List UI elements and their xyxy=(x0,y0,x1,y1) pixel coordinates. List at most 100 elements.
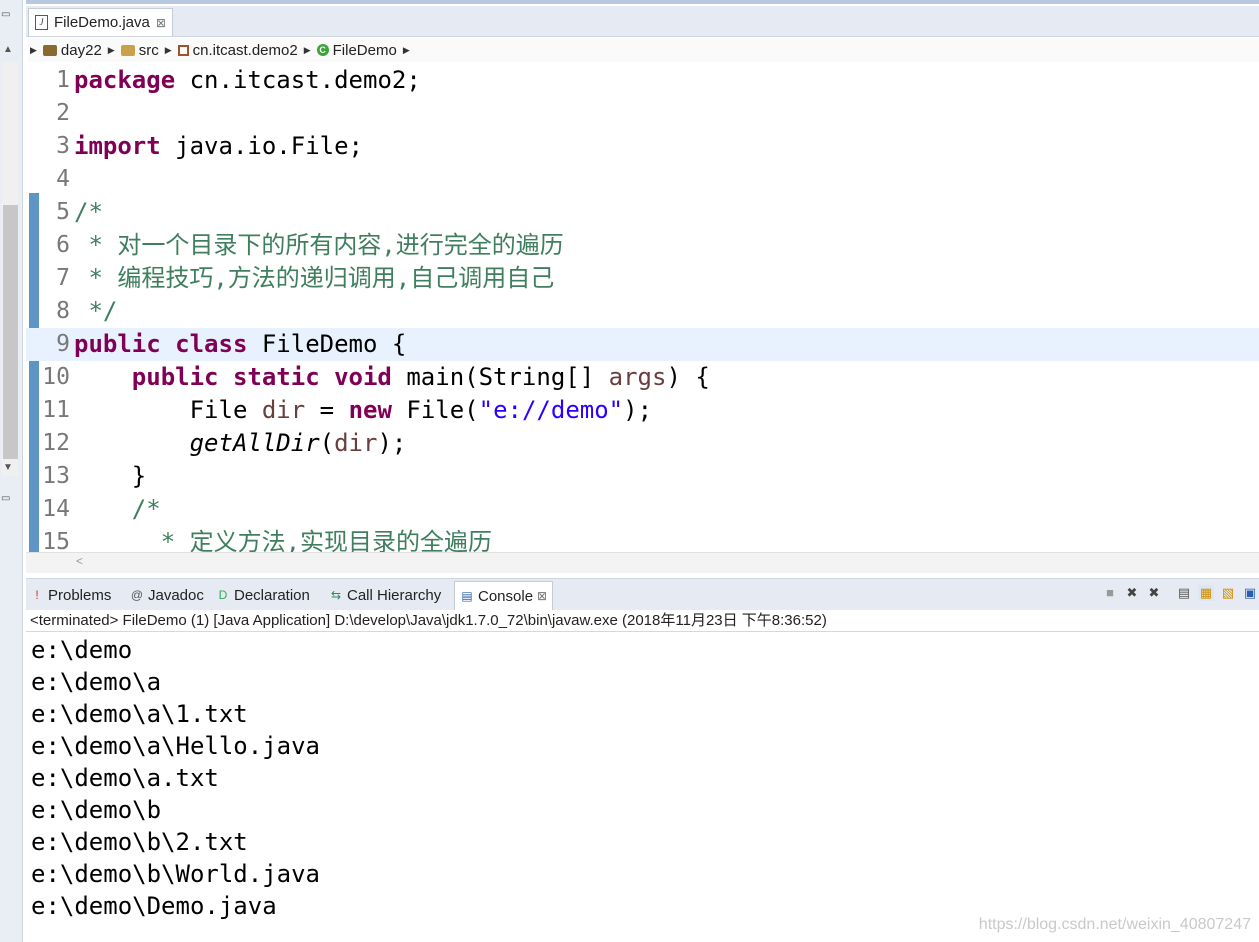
chevron-right-icon[interactable]: ▶ xyxy=(28,45,39,56)
line-number: 8 xyxy=(56,298,70,324)
console-status-text: <terminated> FileDemo (1) [Java Applicat… xyxy=(26,610,1259,632)
breadcrumb-src[interactable]: src xyxy=(117,42,163,59)
line-number: 15 xyxy=(42,529,70,552)
display-selected-icon[interactable]: ▣ xyxy=(1242,585,1258,601)
code-line: 11 File dir = new File("e://demo"); xyxy=(26,394,1259,427)
view-tab-bar: ! Problems @ Javadoc D Declaration ⇆ Cal… xyxy=(26,578,1259,612)
breadcrumb-label: cn.itcast.demo2 xyxy=(192,41,298,59)
breadcrumb-label: src xyxy=(138,41,159,59)
restore-icon[interactable]: ▭ xyxy=(1,10,11,20)
comment: * 定义方法,实现目录的全遍历 xyxy=(146,528,493,552)
code-text: ); xyxy=(377,429,407,457)
code-line: 3 import java.io.File; xyxy=(26,130,1259,163)
editor-tab-filedemo[interactable]: J FileDemo.java ⊠ xyxy=(28,8,173,36)
tab-label: Console xyxy=(478,587,534,605)
console-line: e:\demo\Demo.java xyxy=(31,892,277,920)
project-folder-icon xyxy=(42,44,57,56)
problems-icon: ! xyxy=(35,588,39,602)
keyword: public class xyxy=(74,330,248,358)
code-line: 1 package cn.itcast.demo2; xyxy=(26,64,1259,97)
comment: */ xyxy=(74,297,118,325)
code-text: ( xyxy=(319,429,335,457)
breadcrumb-label: FileDemo xyxy=(332,41,397,59)
code-line: 6 * 对一个目录下的所有内容,进行完全的遍历 xyxy=(26,229,1259,262)
console-line: e:\demo\a xyxy=(31,668,162,696)
variable: dir xyxy=(334,429,378,457)
tab-problems[interactable]: ! Problems xyxy=(30,581,111,609)
scroll-lock-icon[interactable]: ▦ xyxy=(1198,585,1214,601)
chevron-right-icon[interactable]: ▶ xyxy=(401,45,412,56)
breadcrumb-package[interactable]: cn.itcast.demo2 xyxy=(174,42,302,59)
comment: /* xyxy=(131,495,161,523)
tab-javadoc[interactable]: @ Javadoc xyxy=(130,581,204,609)
tab-label: Javadoc xyxy=(148,586,204,604)
line-number: 4 xyxy=(56,166,70,192)
console-line: e:\demo\b\World.java xyxy=(31,860,320,888)
scroll-down-icon[interactable]: ▼ xyxy=(3,462,13,473)
tab-declaration[interactable]: D Declaration xyxy=(216,581,310,609)
breadcrumb: ▶ day22 ▶ src ▶ cn.itcast.demo2 ▶ C File… xyxy=(28,38,1259,62)
tab-call-hierarchy[interactable]: ⇆ Call Hierarchy xyxy=(329,581,441,609)
class-icon: C xyxy=(316,44,329,56)
scroll-up-icon[interactable]: ▲ xyxy=(3,44,13,55)
code-editor[interactable]: 1 package cn.itcast.demo2; 2 3 import ja… xyxy=(26,63,1259,552)
code-text: ) { xyxy=(666,363,710,391)
code-line: 14 /* xyxy=(26,493,1259,526)
line-number: 6 xyxy=(56,232,70,258)
horizontal-scrollbar[interactable]: < xyxy=(26,552,1259,573)
remove-all-icon[interactable]: ✖ xyxy=(1146,585,1162,601)
word-wrap-icon[interactable]: ▧ xyxy=(1220,585,1236,601)
variable: args xyxy=(608,363,667,391)
call-hierarchy-icon: ⇆ xyxy=(330,588,342,602)
close-icon[interactable]: ⊠ xyxy=(156,16,166,30)
comment: /* xyxy=(74,198,103,226)
clear-console-icon[interactable]: ▤ xyxy=(1176,585,1192,601)
code-line: 15 * 定义方法,实现目录的全遍历 xyxy=(26,526,1259,552)
editor-tab-label: FileDemo.java xyxy=(54,14,150,31)
stop-icon[interactable]: ■ xyxy=(1102,585,1118,601)
close-icon[interactable]: ⊠ xyxy=(537,589,547,603)
console-line: e:\demo\a\Hello.java xyxy=(31,732,320,760)
code-line: 5 /* xyxy=(26,196,1259,229)
scroll-left-icon[interactable]: < xyxy=(76,554,83,568)
breadcrumb-label: day22 xyxy=(60,41,102,59)
chevron-right-icon[interactable]: ▶ xyxy=(302,45,313,56)
source-folder-icon xyxy=(120,44,135,56)
vertical-scroll-thumb[interactable] xyxy=(3,205,18,459)
declaration-icon: D xyxy=(218,588,228,602)
code-line-current: 9 public class FileDemo { xyxy=(26,328,1259,361)
tab-console[interactable]: ▤ Console ⊠ xyxy=(454,581,554,610)
code-text: File xyxy=(189,396,262,424)
java-file-icon: J xyxy=(35,15,48,30)
chevron-right-icon[interactable]: ▶ xyxy=(106,45,117,56)
code-line: 8 */ xyxy=(26,295,1259,328)
keyword: import xyxy=(74,132,161,160)
tab-label: Problems xyxy=(48,586,112,604)
code-text: ); xyxy=(623,396,653,424)
code-line: 7 * 编程技巧,方法的递归调用,自己调用自己 xyxy=(26,262,1259,295)
console-line: e:\demo\b\2.txt xyxy=(31,828,248,856)
comment: * 编程技巧,方法的递归调用,自己调用自己 xyxy=(74,264,555,292)
breadcrumb-project[interactable]: day22 xyxy=(39,42,106,59)
method-call: getAllDir xyxy=(189,429,320,457)
line-number: 5 xyxy=(56,199,70,225)
line-number: 2 xyxy=(56,100,70,126)
console-output[interactable]: e:\demo e:\demo\a e:\demo\a\1.txt e:\dem… xyxy=(26,633,1259,942)
console-line: e:\demo xyxy=(31,636,133,664)
line-number: 7 xyxy=(56,265,70,291)
line-number: 14 xyxy=(42,496,70,522)
line-number: 10 xyxy=(42,364,70,390)
keyword: public static void xyxy=(131,363,392,391)
code-line: 2 xyxy=(26,97,1259,130)
console-line: e:\demo\a\1.txt xyxy=(31,700,248,728)
restore-icon-2[interactable]: ▭ xyxy=(1,494,11,504)
breadcrumb-class[interactable]: C FileDemo xyxy=(313,42,401,59)
keyword: new xyxy=(348,396,392,424)
window-top-edge xyxy=(26,0,1259,4)
remove-launch-icon[interactable]: ✖ xyxy=(1124,585,1140,601)
code-text: cn.itcast.demo2; xyxy=(175,66,421,94)
chevron-right-icon[interactable]: ▶ xyxy=(163,45,174,56)
code-text: = xyxy=(305,396,349,424)
code-text: FileDemo { xyxy=(247,330,407,358)
left-side-strip: ▭ ▲ ▼ ▭ xyxy=(0,0,23,942)
